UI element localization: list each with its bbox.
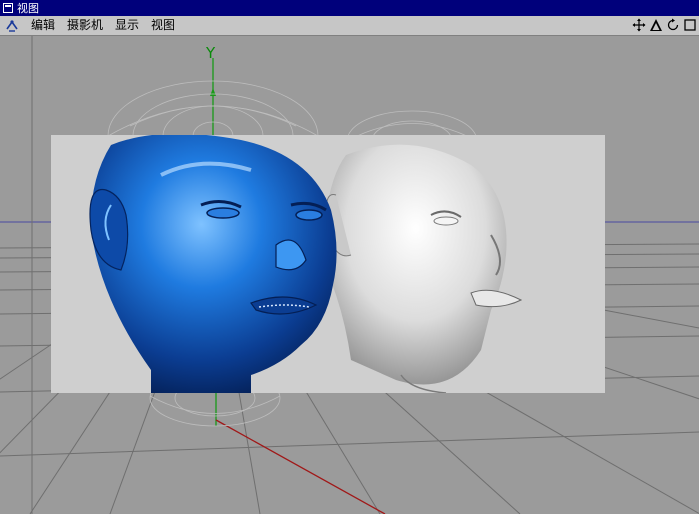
- viewport-window: 视图 编辑 摄影机 显示 视图 Y: [0, 0, 699, 514]
- window-title: 视图: [17, 2, 39, 15]
- menu-view[interactable]: 视图: [145, 16, 181, 35]
- 3d-viewport[interactable]: Y: [0, 36, 699, 514]
- title-bar: 视图: [0, 0, 699, 16]
- blue-head-model: [89, 135, 337, 393]
- y-axis-label: Y: [206, 44, 216, 62]
- menu-edit[interactable]: 编辑: [25, 16, 61, 35]
- rotate-icon[interactable]: [665, 17, 680, 32]
- menu-display[interactable]: 显示: [109, 16, 145, 35]
- move-icon[interactable]: [631, 17, 646, 32]
- zoom-icon[interactable]: [648, 17, 663, 32]
- render-preview: [51, 135, 605, 393]
- menu-bar: 编辑 摄影机 显示 视图: [0, 16, 699, 36]
- maximize-icon[interactable]: [682, 17, 697, 32]
- window-menu-icon[interactable]: [3, 3, 13, 13]
- navigation-icon[interactable]: [4, 18, 20, 34]
- view-tools: [631, 17, 697, 32]
- menu-camera[interactable]: 摄影机: [61, 16, 109, 35]
- white-head-model: [324, 144, 523, 393]
